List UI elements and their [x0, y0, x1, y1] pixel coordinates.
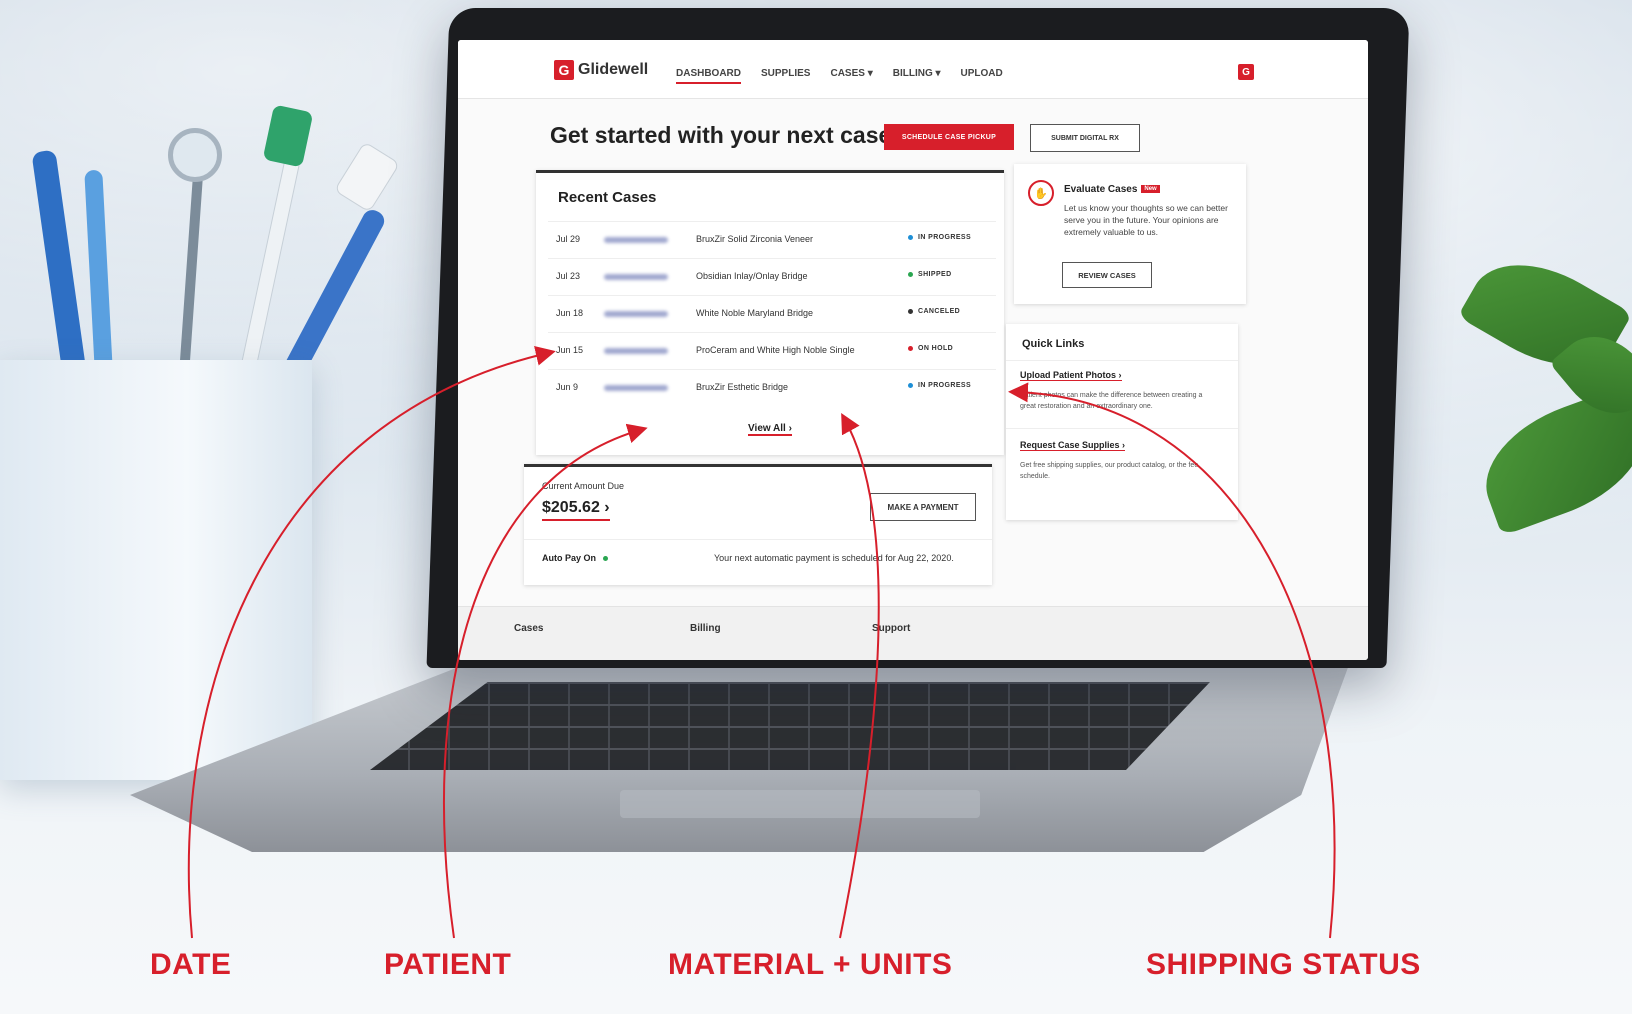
dental-mirror: [168, 128, 222, 182]
table-row[interactable]: Jun 15 ProCeram and White High Noble Sin…: [548, 332, 996, 370]
evaluate-title: Evaluate Cases New: [1064, 184, 1160, 195]
patient-name-blurred: [604, 311, 668, 317]
review-cases-button[interactable]: REVIEW CASES: [1062, 262, 1152, 288]
laptop-trackpad: [620, 790, 980, 818]
status-badge: SHIPPED: [908, 271, 994, 278]
logo-icon: G: [554, 60, 574, 80]
status-badge: ON HOLD: [908, 345, 994, 352]
footer: Cases Billing Support: [458, 606, 1368, 660]
recent-cases-card: Recent Cases Jul 29 BruxZir Solid Zircon…: [536, 170, 1004, 455]
footer-billing[interactable]: Billing: [690, 623, 721, 634]
status-badge: IN PROGRESS: [908, 382, 994, 389]
evaluate-cases-card: ✋ Evaluate Cases New Let us know your tho…: [1014, 164, 1246, 304]
nav-supplies[interactable]: SUPPLIES: [761, 68, 810, 84]
status-label: SHIPPED: [918, 271, 952, 278]
status-dot-icon: [908, 308, 913, 314]
top-nav: G Glidewell DASHBOARD SUPPLIES CASES ▾ B…: [458, 40, 1368, 99]
evaluate-body: Let us know your thoughts so we can bett…: [1064, 203, 1228, 237]
patient-name-blurred: [604, 348, 668, 354]
nav-cases[interactable]: CASES ▾: [830, 68, 872, 84]
date-caption: DATE: [150, 948, 232, 981]
amount-due-value[interactable]: $205.62 ›: [542, 499, 610, 521]
case-material: Obsidian Inlay/Onlay Bridge: [696, 271, 808, 281]
status-label: IN PROGRESS: [918, 382, 972, 389]
nav-upload[interactable]: UPLOAD: [961, 68, 1003, 84]
view-all-label[interactable]: View All ›: [748, 423, 792, 436]
status-badge: IN PROGRESS: [908, 234, 994, 241]
status-dot-icon: [908, 271, 913, 277]
table-row[interactable]: Jun 9 BruxZir Esthetic Bridge IN PROGRES…: [548, 369, 996, 407]
divider: [524, 539, 992, 540]
laptop-screen: G Glidewell DASHBOARD SUPPLIES CASES ▾ B…: [458, 40, 1368, 660]
material-caption: MATERIAL + UNITS: [668, 948, 953, 981]
patient-name-blurred: [604, 274, 668, 280]
new-badge: New: [1141, 185, 1160, 194]
status-label: ON HOLD: [918, 345, 954, 352]
user-menu-icon[interactable]: G: [1238, 64, 1254, 80]
shipping-status-caption: SHIPPING STATUS: [1146, 948, 1421, 981]
case-material: ProCeram and White High Noble Single: [696, 345, 855, 355]
case-material: BruxZir Solid Zirconia Veneer: [696, 234, 814, 244]
amount-due-card: Current Amount Due $205.62 › MAKE A PAYM…: [524, 464, 992, 585]
autopay-status: Auto Pay On: [542, 553, 613, 563]
request-supplies-link[interactable]: Request Case Supplies ›: [1020, 440, 1126, 451]
nav-links: DASHBOARD SUPPLIES CASES ▾ BILLING ▾ UPL…: [676, 68, 1003, 84]
nav-dashboard[interactable]: DASHBOARD: [676, 68, 741, 84]
thumbs-up-icon: ✋: [1028, 180, 1054, 206]
case-date: Jun 9: [556, 382, 579, 392]
status-badge: CANCELED: [908, 308, 994, 315]
footer-support[interactable]: Support: [872, 623, 910, 634]
upload-photos-link[interactable]: Upload Patient Photos ›: [1020, 370, 1122, 381]
brand-name: Glidewell: [578, 61, 649, 78]
schedule-pickup-button[interactable]: SCHEDULE CASE PICKUP: [884, 124, 1014, 150]
patient-name-blurred: [604, 237, 668, 243]
footer-cases[interactable]: Cases: [514, 623, 543, 634]
tool-cup: [0, 360, 312, 780]
status-dot-icon: [908, 234, 913, 240]
table-row[interactable]: Jul 29 BruxZir Solid Zirconia Veneer IN …: [548, 221, 996, 259]
amount-due-label: Current Amount Due: [542, 481, 625, 491]
brand-logo[interactable]: G Glidewell: [554, 60, 648, 80]
table-row[interactable]: Jul 23 Obsidian Inlay/Onlay Bridge SHIPP…: [548, 258, 996, 296]
request-supplies-desc: Get free shipping supplies, our product …: [1020, 462, 1199, 480]
upload-photos-desc: Patient photos can make the difference b…: [1020, 392, 1203, 410]
status-dot-icon: [908, 382, 913, 388]
case-material: BruxZir Esthetic Bridge: [696, 382, 789, 392]
case-date: Jun 15: [556, 345, 584, 355]
quick-links-card: Quick Links Upload Patient Photos › Pati…: [1006, 324, 1238, 520]
make-payment-button[interactable]: MAKE A PAYMENT: [870, 493, 976, 521]
next-payment-text: Your next automatic payment is scheduled…: [714, 553, 954, 563]
submit-digital-rx-button[interactable]: SUBMIT DIGITAL RX: [1030, 124, 1140, 152]
laptop-keyboard: [370, 682, 1210, 770]
case-date: Jul 29: [556, 234, 581, 244]
divider: [1006, 428, 1238, 429]
divider: [1006, 360, 1238, 361]
case-date: Jun 18: [556, 308, 584, 318]
autopay-label: Auto Pay On: [542, 553, 597, 563]
status-dot-icon: [908, 345, 913, 351]
scene: G Glidewell DASHBOARD SUPPLIES CASES ▾ B…: [0, 0, 1632, 1014]
page-title: Get started with your next case: [550, 122, 892, 148]
case-date: Jul 23: [556, 271, 581, 281]
case-material: White Noble Maryland Bridge: [696, 308, 814, 318]
quick-links-title: Quick Links: [1022, 338, 1085, 350]
patient-name-blurred: [604, 385, 668, 391]
nav-billing[interactable]: BILLING ▾: [893, 68, 941, 84]
autopay-on-dot-icon: [602, 556, 608, 562]
view-all-link[interactable]: View All ›: [536, 423, 1004, 436]
recent-cases-title: Recent Cases: [558, 189, 657, 206]
table-row[interactable]: Jun 18 White Noble Maryland Bridge CANCE…: [548, 295, 996, 333]
status-label: IN PROGRESS: [918, 234, 972, 241]
status-label: CANCELED: [918, 308, 961, 315]
patient-caption: PATIENT: [384, 948, 512, 981]
evaluate-title-text: Evaluate Cases: [1064, 184, 1138, 195]
